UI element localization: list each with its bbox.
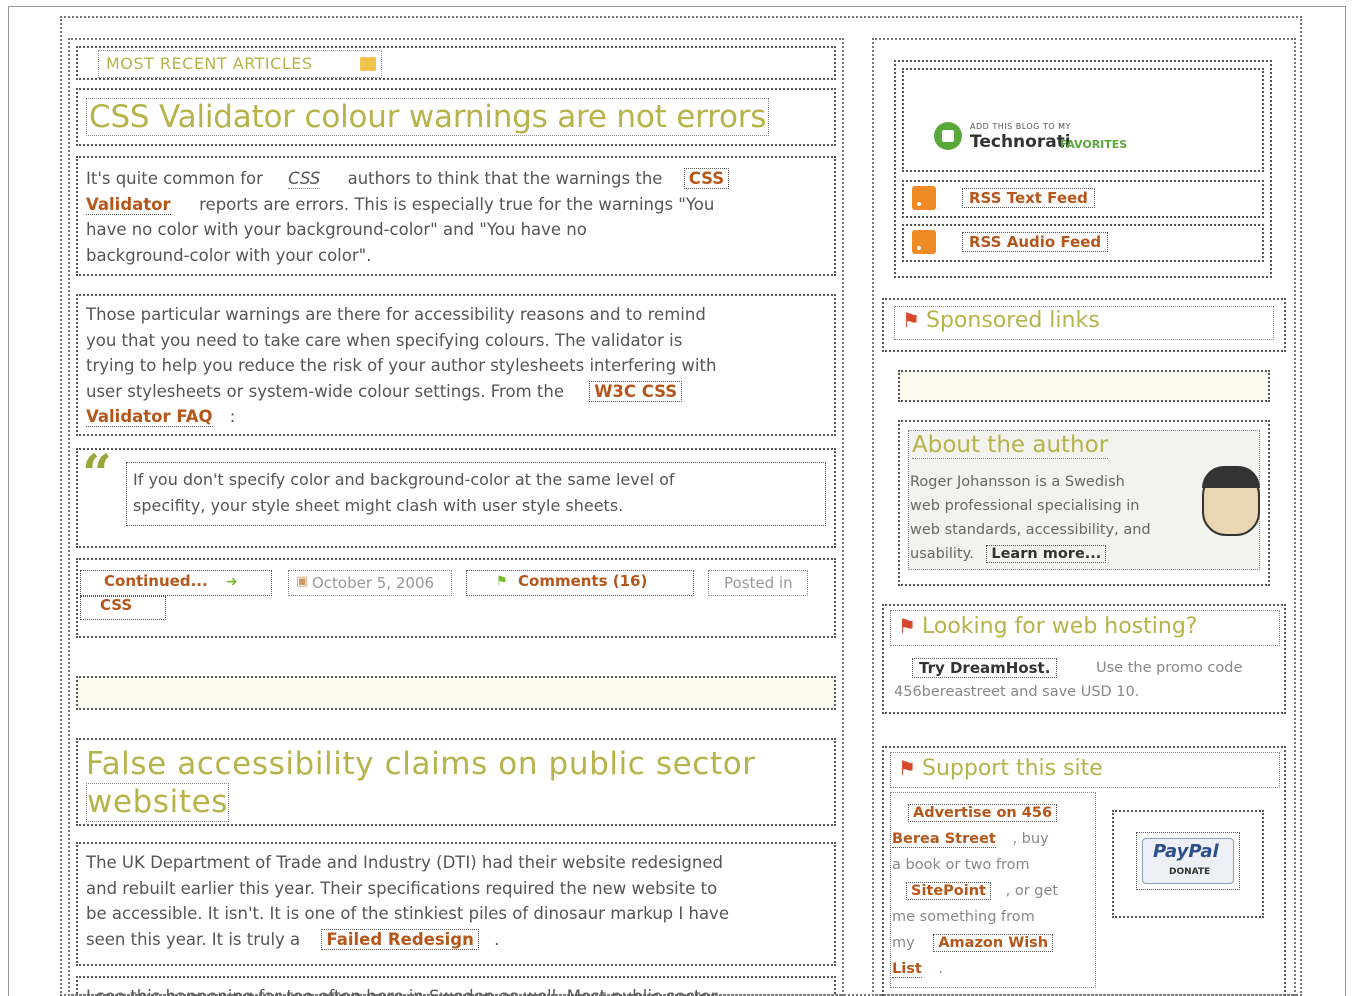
text: I see this happening far too often here … [86, 984, 717, 996]
article1-title-box: CSS Validator colour warnings are not er… [76, 88, 836, 146]
promo-text: Use the promo code [1096, 660, 1243, 676]
arrow-right-icon: ➜ [226, 574, 238, 590]
quote-icon: “ [82, 444, 112, 505]
technorati-favorites[interactable]: FAVORITES [1060, 138, 1127, 151]
text: background-color with your color". [86, 245, 372, 265]
text: Roger Johansson is a Swedish [910, 474, 1125, 490]
paypal-logo: PayPal [1153, 841, 1219, 862]
rss-text-row: RSS Text Feed [902, 180, 1264, 218]
text: be accessible. It isn't. It is one of th… [86, 904, 729, 923]
rss-audio-row: RSS Audio Feed [902, 224, 1264, 262]
continued-link[interactable]: Continued... [104, 572, 208, 590]
text: . [938, 961, 943, 977]
css-validator-link[interactable]: CSS [683, 168, 730, 189]
technorati-logo-mark [942, 130, 954, 142]
text: you that you need to take care when spec… [86, 330, 683, 350]
recent-articles-bar: MOST RECENT ARTICLES [76, 46, 836, 80]
text: me something from [892, 909, 1035, 925]
rss-text-feed-link[interactable]: RSS Text Feed [962, 188, 1095, 208]
text: It's quite common for [86, 169, 263, 188]
article2-paragraph-1: The UK Department of Trade and Industry … [76, 842, 836, 966]
rss-small-icon[interactable] [360, 57, 376, 71]
donate-label: DONATE [1169, 867, 1211, 877]
post-date: October 5, 2006 [312, 574, 435, 592]
advertise-link[interactable]: Advertise on 456 [908, 804, 1058, 822]
comments-link[interactable]: Comments (16) [518, 572, 647, 590]
hosting-heading: Looking for web hosting? [922, 614, 1198, 639]
flag-icon: ⚑ [898, 756, 916, 780]
article2-title-line: False accessibility claims on public sec… [86, 746, 756, 782]
ad-space [76, 676, 836, 710]
css-abbr: CSS [288, 169, 321, 189]
article2-title-box: False accessibility claims on public sec… [76, 738, 836, 826]
text: . [494, 929, 500, 949]
posted-in-label: Posted in [724, 574, 793, 592]
calendar-icon: ▣ [296, 574, 309, 589]
technorati-brand[interactable]: Technorati [970, 132, 1071, 152]
about-box: About the author Roger Johansson is a Sw… [898, 420, 1270, 586]
text: user stylesheets or system-wide colour s… [86, 381, 564, 401]
support-box: ⚑ Support this site Advertise on 456 Ber… [882, 746, 1286, 996]
text: my [892, 935, 915, 951]
text: web professional specialising in [910, 498, 1140, 514]
text: usability. [910, 546, 974, 562]
flag-icon: ⚑ [902, 308, 920, 332]
text: have no color with your background-color… [86, 220, 587, 239]
hosting-box: ⚑ Looking for web hosting? Try DreamHost… [882, 604, 1286, 714]
article2-title-link[interactable]: False accessibility claims on public sec… [86, 746, 756, 822]
quote-line: If you don't specify color and backgroun… [133, 470, 675, 489]
rss-audio-feed-link[interactable]: RSS Audio Feed [962, 232, 1109, 252]
sponsored-ads [898, 370, 1270, 402]
css-validator-link-cont[interactable]: Validator [86, 194, 171, 215]
feeds-box: ADD THIS BLOG TO MY Technorati FAVORITES… [894, 60, 1272, 278]
failed-redesign-link[interactable]: Failed Redesign [321, 928, 479, 950]
text: web standards, accessibility, and [910, 522, 1151, 538]
sponsored-heading: Sponsored links [926, 308, 1100, 333]
paypal-donate-button[interactable]: PayPal DONATE [1142, 838, 1234, 884]
sitepoint-link[interactable]: SitePoint [906, 882, 991, 900]
category-css-link[interactable]: CSS [100, 596, 132, 614]
support-heading: Support this site [922, 756, 1103, 781]
text: trying to help you reduce the risk of yo… [86, 356, 717, 375]
dreamhost-link[interactable]: Try DreamHost. [912, 658, 1058, 678]
text: , or get [1005, 883, 1059, 899]
article1-title-link[interactable]: CSS Validator colour warnings are not er… [86, 98, 770, 136]
technorati-tagline: ADD THIS BLOG TO MY [970, 122, 1071, 131]
about-heading: About the author [912, 432, 1109, 459]
rss-icon[interactable] [912, 186, 936, 210]
w3c-faq-link-cont[interactable]: Validator FAQ [86, 407, 213, 427]
text: authors to think that the warnings the [347, 169, 663, 188]
amazon-wishlist-link[interactable]: Amazon Wish [933, 934, 1054, 952]
rss-icon[interactable] [912, 230, 936, 254]
amazon-wishlist-link-cont[interactable]: List [892, 961, 922, 978]
text: , buy [1012, 831, 1049, 847]
text: and rebuilt earlier this year. Their spe… [86, 878, 718, 898]
text: a book or two from [892, 857, 1030, 873]
advertise-link-cont[interactable]: Berea Street [892, 831, 996, 848]
text: reports are errors. This is especially t… [199, 194, 715, 214]
recent-articles-label: MOST RECENT ARTICLES [106, 54, 313, 73]
article2-paragraph-2: I see this happening far too often here … [76, 976, 836, 996]
text: Those particular warnings are there for … [86, 305, 706, 324]
w3c-faq-link[interactable]: W3C CSS [589, 380, 683, 402]
text: The UK Department of Trade and Industry … [86, 853, 723, 872]
quote-line: specifity, your style sheet might clash … [133, 496, 624, 515]
text: seen this year. It is truly a [86, 929, 301, 949]
flag-icon: ⚑ [898, 614, 916, 638]
article2-title-line: websites [86, 783, 230, 822]
sponsored-box: ⚑ Sponsored links [882, 298, 1286, 352]
technorati-box: ADD THIS BLOG TO MY Technorati FAVORITES [902, 68, 1264, 172]
paypal-box: PayPal DONATE [1112, 810, 1264, 918]
text: : [229, 407, 236, 426]
learn-more-link[interactable]: Learn more... [986, 545, 1107, 563]
article1-paragraph-2: Those particular warnings are there for … [76, 294, 836, 436]
comment-icon: ⚑ [496, 574, 508, 589]
article1-meta: Continued... ➜ ▣ October 5, 2006 ⚑ Comme… [76, 558, 836, 638]
article1-paragraph-1: It's quite common for CSS authors to thi… [76, 156, 836, 276]
promo-text: 456bereastreet and save USD 10. [894, 684, 1140, 700]
blockquote-box: “ If you don't specify color and backgro… [76, 444, 836, 548]
